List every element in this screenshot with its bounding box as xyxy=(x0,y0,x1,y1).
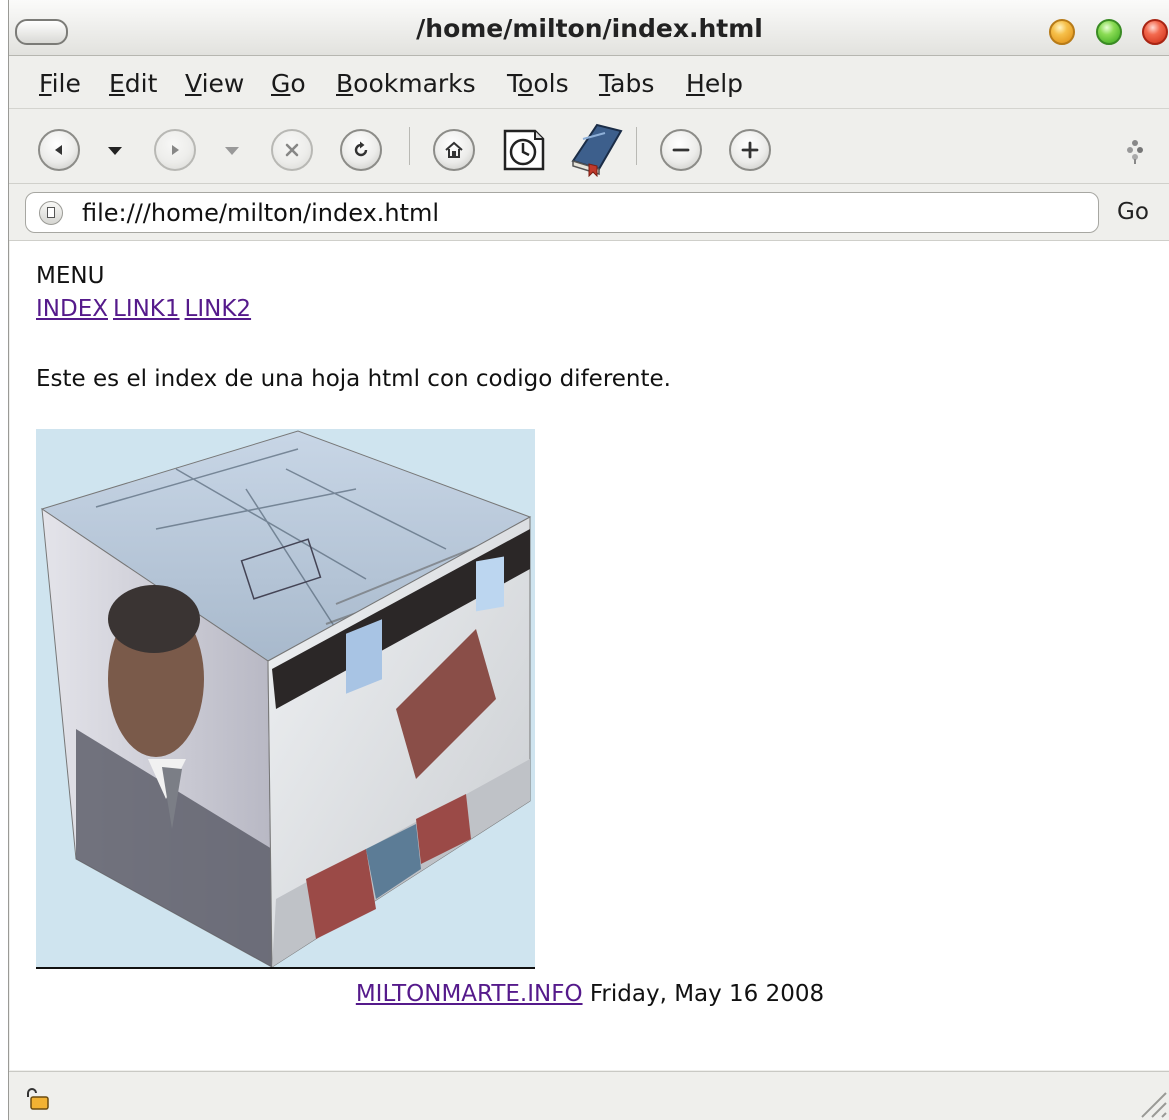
menu-view[interactable]: View xyxy=(185,69,244,98)
footer-date: Friday, May 16 2008 xyxy=(589,981,825,1007)
home-icon xyxy=(445,141,463,158)
stop-button[interactable] xyxy=(271,129,313,171)
menu-help-label: elp xyxy=(704,69,744,98)
horizontal-rule xyxy=(36,967,535,969)
menu-bar: File Edit View Go Bookmarks Tools Tabs H… xyxy=(9,56,1169,109)
menu-tabs-label: abs xyxy=(610,69,655,98)
home-button[interactable] xyxy=(433,129,475,171)
menu-tools-label: ols xyxy=(533,69,569,98)
menu-edit-mnemonic: E xyxy=(109,69,125,98)
url-text[interactable]: file:///home/milton/index.html xyxy=(82,199,439,227)
intro-paragraph: Este es el index de una hoja html con co… xyxy=(36,366,671,392)
bookmarks-icon xyxy=(571,123,623,178)
page-content: MENU INDEX LINK1 LINK2 Este es el index de… xyxy=(10,241,1169,1070)
minimize-button[interactable] xyxy=(1049,19,1075,45)
menu-help-mnemonic: H xyxy=(686,69,705,98)
maximize-button[interactable] xyxy=(1096,19,1122,45)
toolbar-separator xyxy=(636,127,637,165)
menu-go-mnemonic: G xyxy=(271,69,291,98)
menu-help[interactable]: Help xyxy=(686,69,743,98)
menu-go-label: o xyxy=(290,69,306,98)
menu-file-label: ile xyxy=(51,69,81,98)
menu-bookmarks-mnemonic: B xyxy=(336,69,354,98)
menu-tools[interactable]: Tools xyxy=(507,69,569,98)
back-button[interactable] xyxy=(38,129,80,171)
zoom-out-button[interactable] xyxy=(660,129,702,171)
forward-history-dropdown[interactable] xyxy=(225,147,239,155)
footer-site-link[interactable]: MILTONMARTE.INFO xyxy=(356,981,583,1007)
window-title: /home/milton/index.html xyxy=(416,14,763,43)
menu-view-mnemonic: V xyxy=(185,69,202,98)
navigation-toolbar xyxy=(9,109,1169,184)
menu-file[interactable]: File xyxy=(39,69,81,98)
throbber xyxy=(1122,137,1148,165)
forward-icon xyxy=(172,145,179,155)
browser-window: /home/milton/index.html File Edit View G… xyxy=(8,0,1169,1120)
toolbar-separator xyxy=(409,127,410,165)
forward-button[interactable] xyxy=(154,129,196,171)
menu-go[interactable]: Go xyxy=(271,69,306,98)
reload-icon xyxy=(354,141,368,157)
menu-edit[interactable]: Edit xyxy=(109,69,157,98)
back-history-dropdown[interactable] xyxy=(108,147,122,155)
menu-tabs-mnemonic: T xyxy=(599,69,611,98)
menu-tabs[interactable]: Tabs xyxy=(599,69,654,98)
menu-bookmarks-label: ookmarks xyxy=(353,69,476,98)
unlocked-padlock-icon[interactable] xyxy=(25,1088,51,1110)
history-button[interactable] xyxy=(499,125,549,175)
menu-tools-prefix: T xyxy=(507,69,519,98)
title-bar[interactable]: /home/milton/index.html xyxy=(9,0,1169,56)
page-proxy-icon[interactable] xyxy=(39,201,63,225)
back-icon xyxy=(55,145,62,155)
history-icon xyxy=(503,129,545,171)
zoom-in-button[interactable] xyxy=(729,129,771,171)
url-input[interactable]: file:///home/milton/index.html xyxy=(25,192,1099,233)
go-button[interactable]: Go xyxy=(1117,199,1149,225)
status-bar xyxy=(9,1071,1169,1120)
menu-edit-label: dit xyxy=(124,69,158,98)
page-footer: MILTONMARTE.INFO Friday, May 16 2008 xyxy=(10,981,1169,1007)
stop-icon xyxy=(285,143,299,157)
location-bar: file:///home/milton/index.html Go xyxy=(9,184,1169,241)
bookmarks-button[interactable] xyxy=(565,121,625,178)
nav-links: INDEX LINK1 LINK2 xyxy=(36,296,256,322)
link-index[interactable]: INDEX xyxy=(36,296,108,322)
link-link1[interactable]: LINK1 xyxy=(113,296,180,322)
menu-heading: MENU xyxy=(36,263,105,289)
zoom-out-icon xyxy=(672,148,690,152)
menu-bookmarks[interactable]: Bookmarks xyxy=(336,69,476,98)
zoom-in-icon xyxy=(741,141,759,159)
throbber-icon xyxy=(1127,140,1143,164)
menu-tools-mnemonic: o xyxy=(518,69,534,98)
link-link2[interactable]: LINK2 xyxy=(185,296,252,322)
cube-image xyxy=(36,429,535,968)
close-button[interactable] xyxy=(1142,19,1168,45)
menu-file-mnemonic: F xyxy=(39,69,52,98)
menu-view-label: iew xyxy=(201,69,245,98)
cube-graphic xyxy=(40,430,532,968)
resize-grip-icon[interactable] xyxy=(1132,1083,1168,1119)
reload-button[interactable] xyxy=(340,129,382,171)
